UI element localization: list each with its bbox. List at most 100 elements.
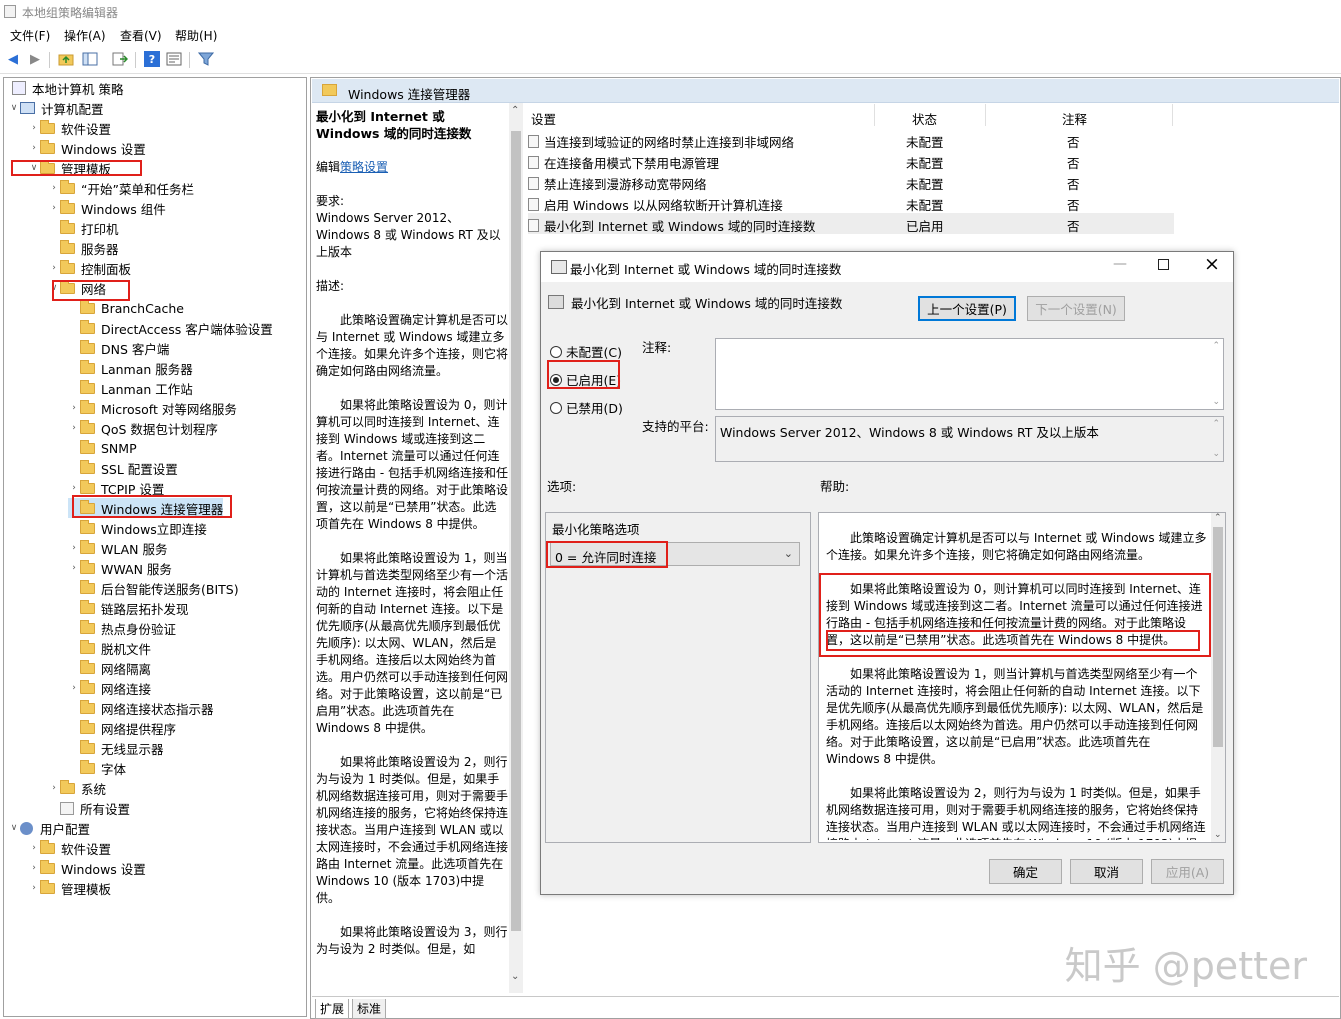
tree-node[interactable]: 字体 [68,758,126,778]
maximize-icon[interactable] [1158,259,1169,270]
folder-icon [80,379,95,394]
collapsed-chevron-icon[interactable]: › [68,683,80,693]
table-row[interactable]: 启用 Windows 以从网络软断开计算机连接 未配置 否 [528,192,1174,213]
menu-action[interactable]: 操作(A) [64,27,106,44]
tab-extended[interactable]: 扩展 [315,999,350,1019]
tree-node[interactable]: › 网络连接 [68,678,151,698]
tree-node[interactable]: › “开始”菜单和任务栏 [48,178,194,198]
tree-node[interactable]: 链路层拓扑发现 [68,598,189,618]
tree-node-label: Windows 设置 [61,141,146,157]
tab-standard[interactable]: 标准 [352,999,387,1019]
tree-node[interactable]: 所有设置 [48,798,130,818]
edit-policy-link[interactable]: 策略设置 [340,160,388,174]
tree-node[interactable]: 网络提供程序 [68,718,176,738]
tree-node[interactable]: ∨ 用户配置 [8,818,90,838]
tree-node[interactable]: 打印机 [48,218,119,238]
tree-node[interactable]: ∨ 计算机配置 [8,98,104,118]
collapsed-chevron-icon[interactable]: › [68,563,80,573]
table-row[interactable]: 禁止连接到漫游移动宽带网络 未配置 否 [528,171,1174,192]
collapsed-chevron-icon[interactable]: › [68,423,80,433]
tree-node[interactable]: 后台智能传送服务(BITS) [68,578,239,598]
tree-node[interactable]: 网络连接状态指示器 [68,698,214,718]
column-comment[interactable]: 注释 [1062,109,1087,128]
collapsed-chevron-icon[interactable]: › [48,203,60,213]
tree-node[interactable]: › 系统 [48,778,106,798]
tree-node[interactable]: SNMP [68,438,137,458]
menu-bar: 文件(F) 操作(A) 查看(V) 帮助(H) [0,24,1341,46]
tree-node[interactable]: 本地计算机 策略 [8,78,123,98]
tree-node[interactable]: › Windows 设置 [28,858,146,878]
tree-node[interactable]: Lanman 服务器 [68,358,193,378]
description-para: 此策略设置确定计算机是否可以与 Internet 或 Windows 域建立多个… [316,313,508,378]
expanded-chevron-icon[interactable]: ∨ [8,823,20,833]
collapsed-chevron-icon[interactable]: › [68,543,80,553]
previous-setting-button[interactable]: 上一个设置(P) [918,296,1016,321]
collapsed-chevron-icon[interactable]: › [28,863,40,873]
next-setting-button[interactable]: 下一个设置(N) [1027,296,1125,321]
tree-node[interactable]: BranchCache [68,298,184,318]
comment-textarea[interactable]: ⌃ ⌄ [715,338,1224,410]
tree-node[interactable]: › 软件设置 [28,838,111,858]
expanded-chevron-icon[interactable]: ∨ [8,103,20,113]
tree-node[interactable]: › Windows 设置 [28,138,146,158]
properties-icon[interactable] [166,51,182,67]
help-scrollbar[interactable]: ⌃ ⌄ [1211,513,1225,842]
table-row[interactable]: 当连接到域验证的网络时禁止连接到非域网络 未配置 否 [528,129,1174,150]
folder-icon [80,719,95,734]
menu-file[interactable]: 文件(F) [10,27,50,44]
apply-button[interactable]: 应用(A) [1151,859,1224,884]
tree-node[interactable]: › WWAN 服务 [68,558,172,578]
collapsed-chevron-icon[interactable]: › [68,403,80,413]
forward-icon[interactable]: ▶ [27,51,43,67]
tree-node[interactable]: Windows立即连接 [68,518,207,538]
collapsed-chevron-icon[interactable]: › [68,483,80,493]
tree-node[interactable]: › 管理模板 [28,878,111,898]
collapsed-chevron-icon[interactable]: › [28,843,40,853]
column-setting[interactable]: 设置 [531,109,556,128]
tree-node[interactable]: 无线显示器 [68,738,164,758]
collapsed-chevron-icon[interactable]: › [28,883,40,893]
tree-node[interactable]: 热点身份验证 [68,618,176,638]
radio-circle[interactable] [550,345,562,358]
tree-node[interactable]: › Microsoft 对等网络服务 [68,398,237,418]
radio-disabled[interactable]: 已禁用(D) [550,398,623,417]
tree-node[interactable]: SSL 配置设置 [68,458,178,478]
description-para: 如果将此策略设置设为 0，则计算机可以同时连接到 Internet、连接到 Wi… [316,398,508,531]
table-row[interactable]: 最小化到 Internet 或 Windows 域的同时连接数 已启用 否 [528,213,1174,234]
tree-node[interactable]: 服务器 [48,238,119,258]
table-row[interactable]: 在连接备用模式下禁用电源管理 未配置 否 [528,150,1174,171]
tree-node-label: 字体 [101,761,127,777]
description-scrollbar[interactable]: ⌃ ⌄ [509,103,523,993]
collapsed-chevron-icon[interactable]: › [48,183,60,193]
tree-node[interactable]: › Windows 组件 [48,198,166,218]
radio-not-configured[interactable]: 未配置(C) [550,342,622,361]
menu-help[interactable]: 帮助(H) [175,27,217,44]
export-list-icon[interactable] [112,51,128,67]
radio-circle[interactable] [550,401,562,414]
collapsed-chevron-icon[interactable]: › [28,143,40,153]
show-hide-tree-icon[interactable] [82,51,98,67]
collapsed-chevron-icon[interactable]: › [48,263,60,273]
help-icon[interactable]: ? [144,51,160,67]
ok-button[interactable]: 确定 [989,859,1062,884]
tree-node[interactable]: Lanman 工作站 [68,378,193,398]
tree-node[interactable]: 脱机文件 [68,638,151,658]
filter-icon[interactable] [198,51,214,67]
tree-node[interactable]: 网络隔离 [68,658,151,678]
tree-node[interactable]: DirectAccess 客户端体验设置 [68,318,273,338]
collapsed-chevron-icon[interactable]: › [48,783,60,793]
collapsed-chevron-icon[interactable]: › [28,123,40,133]
column-state[interactable]: 状态 [912,109,937,128]
minimize-icon[interactable]: — [1113,256,1127,272]
tree-node[interactable]: › QoS 数据包计划程序 [68,418,218,438]
back-icon[interactable]: ◀ [5,51,21,67]
tree-node[interactable]: › 软件设置 [28,118,111,138]
menu-view[interactable]: 查看(V) [120,27,162,44]
close-icon[interactable]: × [1204,253,1220,275]
tree-node-label: WLAN 服务 [101,541,168,557]
tree-node[interactable]: DNS 客户端 [68,338,169,358]
tree-node[interactable]: › 控制面板 [48,258,131,278]
cancel-button[interactable]: 取消 [1070,859,1143,884]
tree-node[interactable]: › WLAN 服务 [68,538,168,558]
up-folder-icon[interactable] [58,51,74,67]
